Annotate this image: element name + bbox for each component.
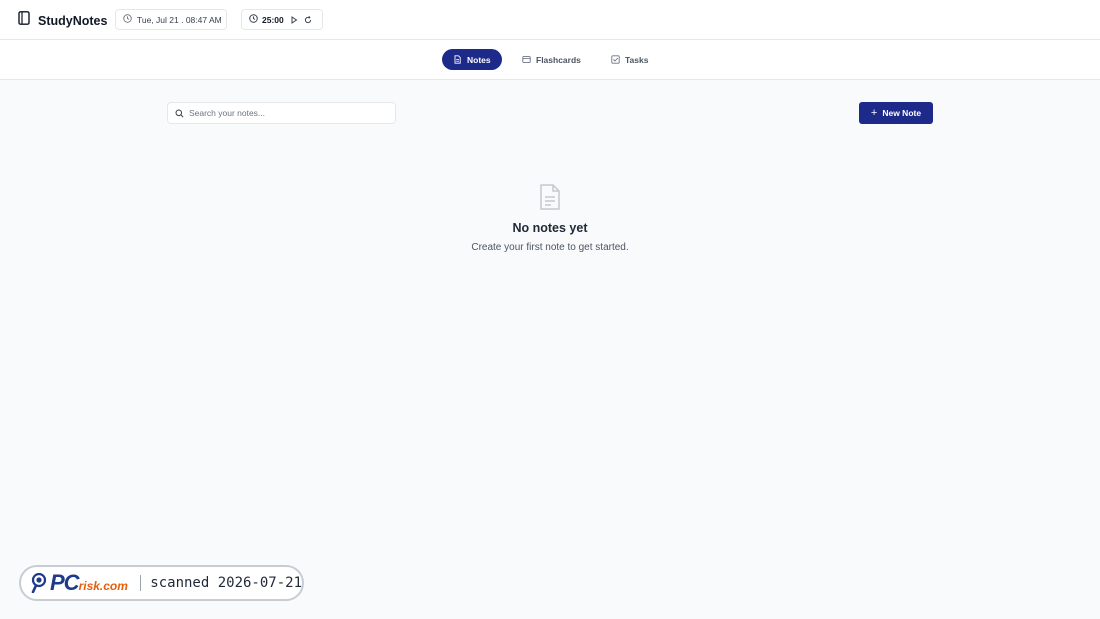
flashcard-icon bbox=[522, 56, 531, 63]
empty-document-icon bbox=[539, 184, 561, 210]
brand[interactable]: StudyNotes bbox=[18, 11, 107, 30]
tab-notes[interactable]: Notes bbox=[442, 49, 502, 70]
plus-icon: + bbox=[870, 106, 878, 119]
tab-bar: Notes Flashcards Tasks bbox=[0, 40, 1100, 80]
tab-flashcards-label: Flashcards bbox=[536, 54, 581, 65]
tab-flashcards[interactable]: Flashcards bbox=[511, 49, 592, 70]
pcrisk-logo: PC risk.com bbox=[31, 570, 132, 596]
scan-watermark: PC risk.com scanned 2026-07-21 bbox=[19, 565, 304, 601]
tab-notes-label: Notes bbox=[467, 54, 491, 65]
logo-rest-text: risk.com bbox=[78, 579, 128, 593]
top-bar: StudyNotes Tue, Jul 21 . 08:47 AM 25:00 bbox=[0, 0, 1100, 40]
search-icon bbox=[175, 109, 184, 118]
magnifier-logo-icon bbox=[31, 573, 47, 593]
timer-value: 25:00 bbox=[262, 14, 284, 25]
empty-state-subtitle: Create your first note to get started. bbox=[471, 242, 629, 253]
timer-icon bbox=[249, 14, 258, 25]
empty-state-title: No notes yet bbox=[512, 221, 588, 235]
clock-icon bbox=[123, 14, 132, 25]
timer-play-button[interactable] bbox=[290, 15, 298, 24]
badge-divider bbox=[140, 575, 142, 591]
new-note-button[interactable]: + New Note bbox=[859, 102, 933, 124]
scan-stamp: scanned 2026-07-21 bbox=[150, 575, 302, 591]
datetime-display: Tue, Jul 21 . 08:47 AM bbox=[115, 9, 227, 30]
pomodoro-timer: 25:00 bbox=[241, 9, 323, 30]
logo-pc-text: PC bbox=[50, 570, 80, 595]
tab-tasks[interactable]: Tasks bbox=[600, 49, 659, 70]
document-icon bbox=[454, 55, 461, 64]
timer-reset-button[interactable] bbox=[304, 15, 312, 24]
play-icon bbox=[291, 15, 298, 24]
new-note-label: New Note bbox=[882, 108, 922, 118]
search-box[interactable] bbox=[167, 102, 396, 124]
datetime-text: Tue, Jul 21 . 08:47 AM bbox=[137, 14, 222, 25]
checkbox-icon bbox=[611, 55, 620, 64]
app-name: StudyNotes bbox=[38, 13, 108, 28]
notebook-icon bbox=[18, 11, 30, 30]
tab-tasks-label: Tasks bbox=[625, 54, 649, 65]
reset-icon bbox=[304, 15, 311, 23]
search-input[interactable] bbox=[188, 108, 388, 118]
